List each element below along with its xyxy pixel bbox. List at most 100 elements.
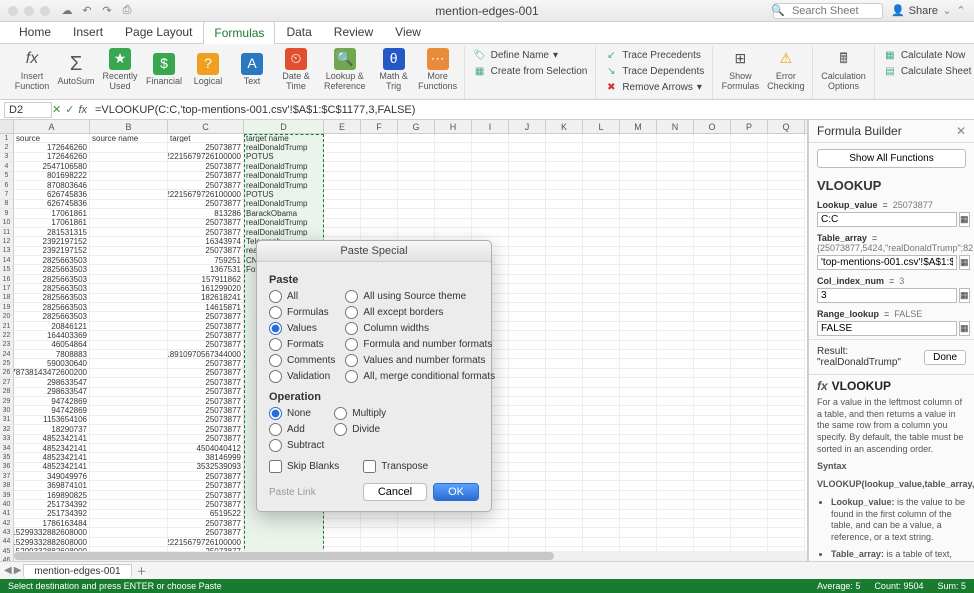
radio-option[interactable]: Column widths — [345, 322, 495, 335]
cell[interactable] — [731, 312, 768, 321]
cell[interactable] — [435, 153, 472, 162]
cell[interactable] — [620, 134, 657, 143]
cell[interactable] — [731, 172, 768, 181]
cell[interactable]: 25073877 — [168, 425, 244, 434]
cell[interactable]: 25073877 — [168, 172, 244, 181]
cell[interactable] — [583, 406, 620, 415]
cell[interactable] — [731, 275, 768, 284]
cell[interactable] — [768, 359, 805, 368]
autosum-button[interactable]: ΣAutoSum — [56, 46, 96, 94]
cell[interactable] — [546, 406, 583, 415]
cell[interactable] — [472, 519, 509, 528]
cell[interactable] — [694, 538, 731, 547]
cell[interactable] — [731, 200, 768, 209]
cell[interactable] — [509, 435, 546, 444]
cell[interactable]: 25073877 — [168, 219, 244, 228]
cell[interactable] — [90, 463, 168, 472]
cell[interactable] — [583, 209, 620, 218]
cell[interactable] — [620, 200, 657, 209]
cell[interactable] — [583, 538, 620, 547]
cell[interactable] — [509, 256, 546, 265]
tab-data[interactable]: Data — [275, 20, 322, 43]
cell[interactable]: 1367531 — [168, 265, 244, 274]
cell[interactable] — [731, 472, 768, 481]
cell[interactable]: 78738143472600200 — [14, 369, 90, 378]
calc-sheet-button[interactable]: ▤Calculate Sheet — [883, 64, 972, 78]
cell[interactable] — [472, 172, 509, 181]
radio-option[interactable]: Multiply — [334, 407, 386, 420]
calc-now-button[interactable]: ▦Calculate Now — [883, 48, 972, 62]
cell[interactable]: 822215679726100000 — [168, 190, 244, 199]
cell[interactable] — [768, 378, 805, 387]
cell[interactable] — [768, 510, 805, 519]
cell[interactable] — [694, 190, 731, 199]
cell[interactable] — [731, 519, 768, 528]
cell[interactable] — [90, 472, 168, 481]
cell[interactable]: realDonaldTrump — [244, 200, 324, 209]
cell[interactable] — [657, 172, 694, 181]
define-name-button[interactable]: 🏷Define Name ▾ — [473, 48, 588, 62]
cell[interactable] — [731, 341, 768, 350]
cell[interactable] — [90, 369, 168, 378]
cell[interactable]: 818910970567344000 — [168, 350, 244, 359]
cell[interactable] — [509, 444, 546, 453]
cell[interactable] — [768, 397, 805, 406]
cell[interactable] — [694, 172, 731, 181]
cell[interactable] — [657, 294, 694, 303]
cell[interactable] — [768, 425, 805, 434]
cell[interactable]: 298633547 — [14, 388, 90, 397]
cell[interactable] — [657, 444, 694, 453]
cell[interactable] — [694, 322, 731, 331]
cell[interactable] — [694, 228, 731, 237]
window-controls[interactable] — [8, 6, 50, 16]
cell[interactable] — [546, 510, 583, 519]
cell[interactable] — [731, 228, 768, 237]
cell[interactable]: 25073877 — [168, 359, 244, 368]
cell[interactable] — [90, 181, 168, 190]
cell[interactable] — [620, 247, 657, 256]
cell[interactable] — [694, 237, 731, 246]
cell[interactable]: 626745836 — [14, 190, 90, 199]
cell[interactable] — [324, 190, 361, 199]
cell[interactable] — [546, 209, 583, 218]
cell[interactable] — [694, 472, 731, 481]
cell[interactable]: 815299332882608000 — [14, 528, 90, 537]
cell[interactable] — [472, 228, 509, 237]
cell[interactable] — [583, 162, 620, 171]
cell[interactable]: 2825663503 — [14, 265, 90, 274]
trace-dependents-button[interactable]: ↘Trace Dependents — [604, 64, 704, 78]
cell[interactable] — [435, 134, 472, 143]
cell[interactable] — [398, 519, 435, 528]
cell[interactable] — [90, 143, 168, 152]
cell[interactable] — [620, 472, 657, 481]
cell[interactable]: realDonaldTrump — [244, 143, 324, 152]
accept-formula-icon[interactable]: ✓ — [65, 103, 74, 116]
cell[interactable] — [731, 153, 768, 162]
cell[interactable] — [731, 134, 768, 143]
cell[interactable] — [620, 219, 657, 228]
cell[interactable] — [768, 388, 805, 397]
cell[interactable] — [509, 453, 546, 462]
cell[interactable] — [90, 228, 168, 237]
cell[interactable] — [768, 294, 805, 303]
cell[interactable] — [361, 528, 398, 537]
cell[interactable] — [435, 143, 472, 152]
cell[interactable] — [620, 519, 657, 528]
cell[interactable] — [694, 378, 731, 387]
cell[interactable] — [768, 463, 805, 472]
cell[interactable] — [620, 350, 657, 359]
cell[interactable] — [694, 303, 731, 312]
cell[interactable] — [583, 425, 620, 434]
chevron-down-icon[interactable]: ⌄ — [942, 4, 952, 17]
cell[interactable] — [657, 200, 694, 209]
col-header[interactable]: H — [435, 120, 472, 133]
cell[interactable] — [509, 294, 546, 303]
cell[interactable]: 2825663503 — [14, 303, 90, 312]
radio-option[interactable]: Values — [269, 322, 335, 335]
cell[interactable] — [398, 181, 435, 190]
cell[interactable]: 4852342141 — [14, 444, 90, 453]
cell[interactable]: 251734392 — [14, 510, 90, 519]
cell[interactable]: 4852342141 — [14, 463, 90, 472]
cell[interactable] — [509, 237, 546, 246]
cell[interactable] — [620, 378, 657, 387]
